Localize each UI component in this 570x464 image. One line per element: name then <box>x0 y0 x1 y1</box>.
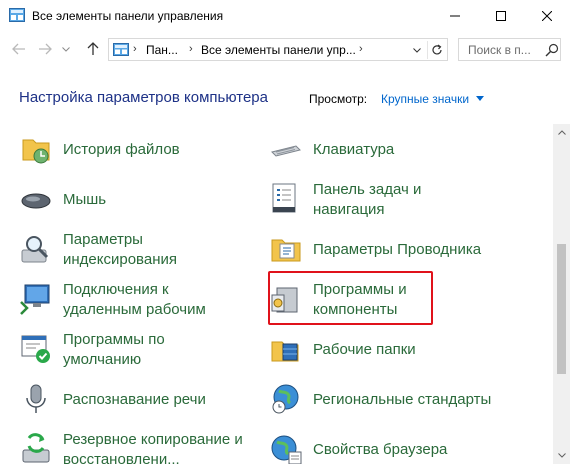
refresh-icon <box>431 44 442 55</box>
microphone-icon <box>26 384 46 413</box>
highlight-box <box>268 271 433 325</box>
taskbar-icon <box>272 183 296 213</box>
scrollbar-thumb[interactable] <box>557 244 566 374</box>
arrow-up-icon <box>87 42 99 55</box>
dropdown-caret-icon[interactable] <box>476 96 484 101</box>
view-by-dropdown[interactable]: Крупные значки <box>381 92 469 106</box>
item-remote-desktop[interactable]: Подключения к удаленным рабочим <box>19 278 259 322</box>
maximize-icon <box>496 11 506 21</box>
item-speech-recognition[interactable]: Распознавание речи <box>19 378 259 422</box>
window-title: Все элементы панели управления <box>32 9 224 23</box>
remote-desktop-icon <box>20 284 50 315</box>
view-by-label: Просмотр: <box>309 92 368 106</box>
item-default-programs[interactable]: Программы по умолчанию <box>19 328 259 372</box>
breadcrumb-item-all-items[interactable]: Все элементы панели упр... <box>201 43 356 57</box>
refresh-button[interactable] <box>427 41 445 59</box>
back-button[interactable] <box>10 40 28 58</box>
chevron-down-icon <box>413 47 421 53</box>
address-history-button[interactable] <box>409 41 425 59</box>
mouse-icon <box>21 193 51 209</box>
item-label: Подключения к удаленным рабочим <box>63 281 206 318</box>
file-history-icon <box>22 139 50 164</box>
title-bar: Все элементы панели управления <box>0 0 570 32</box>
breadcrumb-separator[interactable]: › <box>359 43 363 55</box>
default-programs-icon <box>21 335 50 363</box>
address-bar[interactable]: › Пан... › Все элементы панели упр... › <box>108 38 448 61</box>
control-panel-items: История файлов Клавиатура Мышь Панель за… <box>0 124 553 464</box>
vertical-scrollbar[interactable] <box>553 124 570 464</box>
item-label: Параметры индексирования <box>63 231 177 268</box>
item-explorer-options[interactable]: Параметры Проводника <box>269 228 519 272</box>
breadcrumb-separator[interactable]: › <box>189 43 193 55</box>
item-taskbar-navigation[interactable]: Панель задач и навигация <box>269 178 519 222</box>
navigation-bar: › Пан... › Все элементы панели упр... › … <box>0 32 570 66</box>
scroll-up-button[interactable] <box>553 124 570 141</box>
item-file-history[interactable]: История файлов <box>19 128 259 172</box>
item-region[interactable]: Региональные стандарты <box>269 378 519 422</box>
folder-options-icon <box>271 239 301 262</box>
breadcrumb-separator[interactable]: › <box>133 43 137 55</box>
search-placeholder: Поиск в п... <box>468 43 531 57</box>
indexing-icon <box>21 236 49 263</box>
item-label: Клавиатура <box>313 141 395 158</box>
globe-icon <box>271 435 302 464</box>
item-backup-restore[interactable]: Резервное копирование и восстановлени... <box>19 428 259 464</box>
arrow-left-icon <box>12 43 25 55</box>
item-indexing-options[interactable]: Параметры индексирования <box>19 228 259 272</box>
page-title: Настройка параметров компьютера <box>19 89 268 106</box>
breadcrumb-item-control-panel[interactable]: Пан... <box>146 43 178 57</box>
minimize-icon <box>450 15 460 17</box>
item-work-folders[interactable]: Рабочие папки <box>269 328 519 372</box>
keyboard-icon <box>271 145 301 157</box>
item-label: Мышь <box>63 191 107 208</box>
chevron-down-icon <box>62 46 70 52</box>
item-internet-options[interactable]: Свойства браузера <box>269 428 519 464</box>
item-label: Программы по умолчанию <box>63 331 165 368</box>
item-label: История файлов <box>63 141 180 158</box>
control-panel-icon <box>9 8 25 22</box>
item-label: Свойства браузера <box>313 441 448 458</box>
item-keyboard[interactable]: Клавиатура <box>269 128 519 172</box>
backup-icon <box>22 433 50 463</box>
item-label: Распознавание речи <box>63 391 206 408</box>
item-label: Рабочие папки <box>313 341 416 358</box>
search-icon <box>545 43 559 57</box>
work-folders-icon <box>271 341 299 362</box>
up-button[interactable] <box>84 40 102 58</box>
chevron-up-icon <box>557 130 566 135</box>
maximize-button[interactable] <box>478 0 524 32</box>
forward-button[interactable] <box>36 40 54 58</box>
control-panel-icon <box>113 43 129 56</box>
recent-locations-button[interactable] <box>60 40 72 58</box>
item-label: Региональные стандарты <box>313 391 492 408</box>
minimize-button[interactable] <box>432 0 478 32</box>
item-label: Резервное копирование и восстановлени... <box>63 431 243 464</box>
item-mouse[interactable]: Мышь <box>19 178 259 222</box>
search-input[interactable]: Поиск в п... <box>458 38 561 61</box>
close-button[interactable] <box>524 0 570 32</box>
item-label: Параметры Проводника <box>313 241 482 258</box>
globe-clock-icon <box>272 384 299 414</box>
scroll-down-button[interactable] <box>553 447 570 464</box>
item-label: Панель задач и навигация <box>313 181 422 218</box>
chevron-down-icon <box>557 453 566 458</box>
arrow-right-icon <box>39 43 52 55</box>
close-icon <box>542 11 552 21</box>
